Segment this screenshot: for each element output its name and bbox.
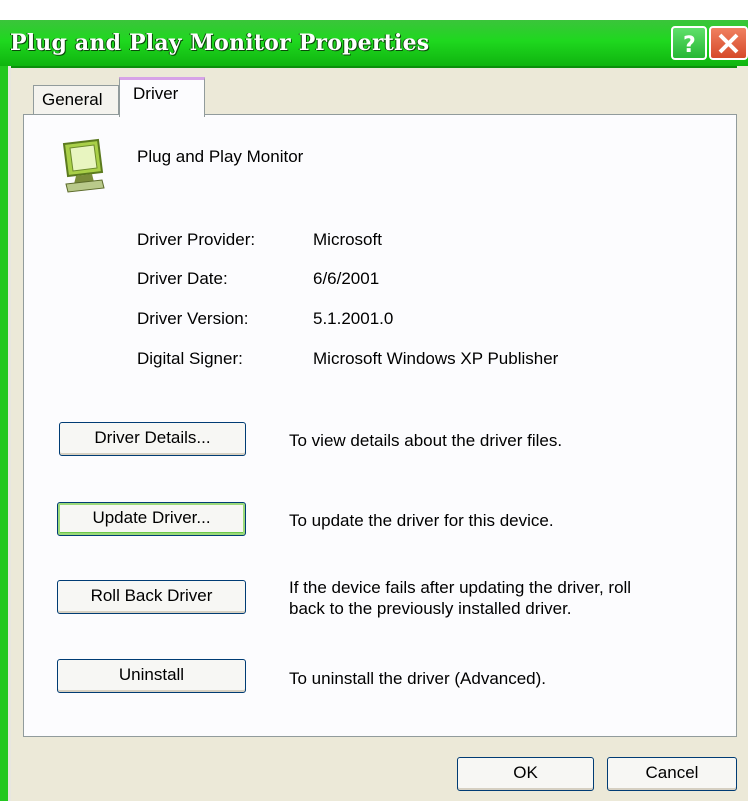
background-strip: [0, 0, 748, 20]
uninstall-description: To uninstall the driver (Advanced).: [289, 669, 547, 688]
roll-back-driver-description-line1: If the device fails after updating the d…: [289, 578, 632, 597]
window-title: Plug and Play Monitor Properties: [10, 30, 430, 56]
driver-provider-value: Microsoft: [313, 230, 382, 249]
driver-version-label: Driver Version:: [137, 309, 249, 328]
digital-signer-value: Microsoft Windows XP Publisher: [313, 349, 559, 368]
close-button[interactable]: [709, 26, 748, 60]
monitor-icon: [62, 138, 105, 193]
window-border-right: [737, 66, 748, 801]
driver-date-label: Driver Date:: [137, 269, 228, 288]
driver-version-value: 5.1.2001.0: [313, 309, 394, 328]
window-border-inner: [8, 66, 11, 801]
svg-text:?: ?: [683, 33, 696, 58]
driver-provider-label: Driver Provider:: [137, 230, 256, 249]
device-name: Plug and Play Monitor: [137, 147, 304, 166]
question-mark-icon: ?: [683, 33, 696, 58]
tab-general[interactable]: General: [33, 85, 119, 115]
properties-dialog: Plug and Play Monitor Properties ? Gener…: [0, 0, 748, 801]
driver-details-description: To view details about the driver files.: [289, 431, 563, 450]
ok-button[interactable]: OK: [457, 757, 594, 791]
help-button[interactable]: ?: [671, 26, 707, 60]
digital-signer-label: Digital Signer:: [137, 349, 243, 368]
driver-date-value: 6/6/2001: [313, 269, 380, 288]
roll-back-driver-button[interactable]: Roll Back Driver: [57, 580, 246, 614]
update-driver-description: To update the driver for this device.: [289, 511, 554, 530]
window-border: [0, 66, 8, 801]
uninstall-button[interactable]: Uninstall: [57, 659, 246, 693]
driver-details-button[interactable]: Driver Details...: [59, 422, 246, 456]
close-icon: [718, 33, 739, 54]
tab-driver[interactable]: Driver: [119, 77, 205, 117]
cancel-button[interactable]: Cancel: [607, 757, 737, 791]
roll-back-driver-description-line2: back to the previously installed driver.: [289, 599, 572, 618]
update-driver-button[interactable]: Update Driver...: [57, 502, 246, 536]
